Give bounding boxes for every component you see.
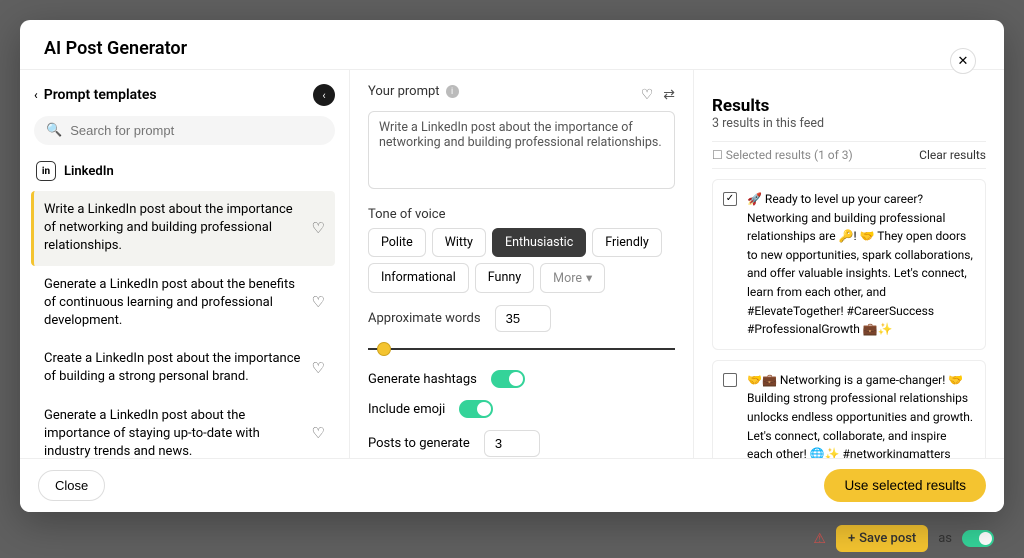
prompt-templates-header[interactable]: ‹ Prompt templates: [34, 87, 157, 103]
tone-chip-friendly[interactable]: Friendly: [592, 228, 662, 257]
background-bar: ⚠ +Save post as: [813, 525, 994, 552]
selected-results-label[interactable]: ☐ Selected results (1 of 3): [712, 148, 853, 162]
search-input-wrap[interactable]: 🔍: [34, 116, 335, 145]
tone-chip-witty[interactable]: Witty: [432, 228, 486, 257]
tone-label: Tone of voice: [368, 207, 675, 222]
warning-icon: ⚠: [813, 531, 826, 547]
results-panel: Results 3 results in this feed ☐ Selecte…: [694, 70, 1004, 458]
result-checkbox[interactable]: [723, 192, 737, 206]
prompt-textarea[interactable]: Write a LinkedIn post about the importan…: [368, 111, 675, 189]
info-icon[interactable]: i: [446, 85, 459, 98]
heart-icon[interactable]: ♡: [312, 218, 325, 239]
heart-icon[interactable]: ♡: [312, 423, 325, 444]
form-panel: Your prompti ♡ ⇄ Write a LinkedIn post a…: [350, 70, 694, 458]
tone-chip-informational[interactable]: Informational: [368, 263, 469, 293]
heart-icon[interactable]: ♡: [312, 358, 325, 379]
prompt-label: Your prompti: [368, 84, 459, 99]
hashtags-toggle[interactable]: [491, 370, 525, 388]
close-icon[interactable]: ✕: [950, 48, 976, 74]
search-icon: 🔍: [46, 123, 62, 138]
results-title: Results: [712, 96, 986, 116]
results-sub: 3 results in this feed: [712, 116, 986, 131]
emoji-toggle[interactable]: [459, 400, 493, 418]
emoji-label: Include emoji: [368, 402, 445, 417]
linkedin-icon: in: [36, 161, 56, 181]
result-checkbox[interactable]: [723, 373, 737, 387]
words-input[interactable]: [495, 305, 551, 332]
words-label: Approximate words: [368, 311, 481, 326]
result-item[interactable]: 🚀 Ready to level up your career? Network…: [712, 179, 986, 350]
tone-chip-funny[interactable]: Funny: [475, 263, 534, 293]
posts-label: Posts to generate: [368, 436, 470, 451]
back-circle-button[interactable]: ‹: [313, 84, 335, 106]
words-slider[interactable]: [368, 340, 675, 358]
prompt-templates-panel: ‹ Prompt templates ‹ 🔍 in LinkedIn Write…: [20, 70, 350, 458]
ai-post-generator-modal: ✕ AI Post Generator ‹ Prompt templates ‹…: [20, 20, 1004, 512]
modal-title: AI Post Generator: [20, 20, 1004, 69]
heart-icon[interactable]: ♡: [312, 292, 325, 313]
heart-icon[interactable]: ♡: [641, 87, 654, 103]
chevron-left-icon: ‹: [34, 88, 38, 102]
result-item[interactable]: 🤝💼 Networking is a game-changer! 🤝 Build…: [712, 360, 986, 458]
clear-results-link[interactable]: Clear results: [919, 148, 986, 162]
template-item[interactable]: Write a LinkedIn post about the importan…: [31, 191, 335, 266]
posts-input[interactable]: [484, 430, 540, 457]
hashtags-label: Generate hashtags: [368, 372, 477, 387]
background-toggle[interactable]: [962, 530, 994, 547]
template-item[interactable]: Generate a LinkedIn post about the impor…: [34, 397, 335, 459]
tone-chip-enthusiastic[interactable]: Enthusiastic: [492, 228, 586, 257]
template-item[interactable]: Create a LinkedIn post about the importa…: [34, 340, 335, 396]
as-label: as: [938, 531, 952, 546]
tone-chip-polite[interactable]: Polite: [368, 228, 426, 257]
close-button[interactable]: Close: [38, 470, 105, 501]
template-item[interactable]: Generate a LinkedIn post about the benef…: [34, 266, 335, 341]
use-selected-results-button[interactable]: Use selected results: [824, 469, 986, 502]
tone-more-button[interactable]: More ▾: [540, 263, 605, 293]
chevron-down-icon: ▾: [586, 270, 592, 286]
save-post-button[interactable]: +Save post: [836, 525, 928, 552]
search-input[interactable]: [70, 123, 323, 138]
shuffle-icon[interactable]: ⇄: [663, 87, 675, 103]
platform-linkedin[interactable]: in LinkedIn: [34, 157, 335, 185]
